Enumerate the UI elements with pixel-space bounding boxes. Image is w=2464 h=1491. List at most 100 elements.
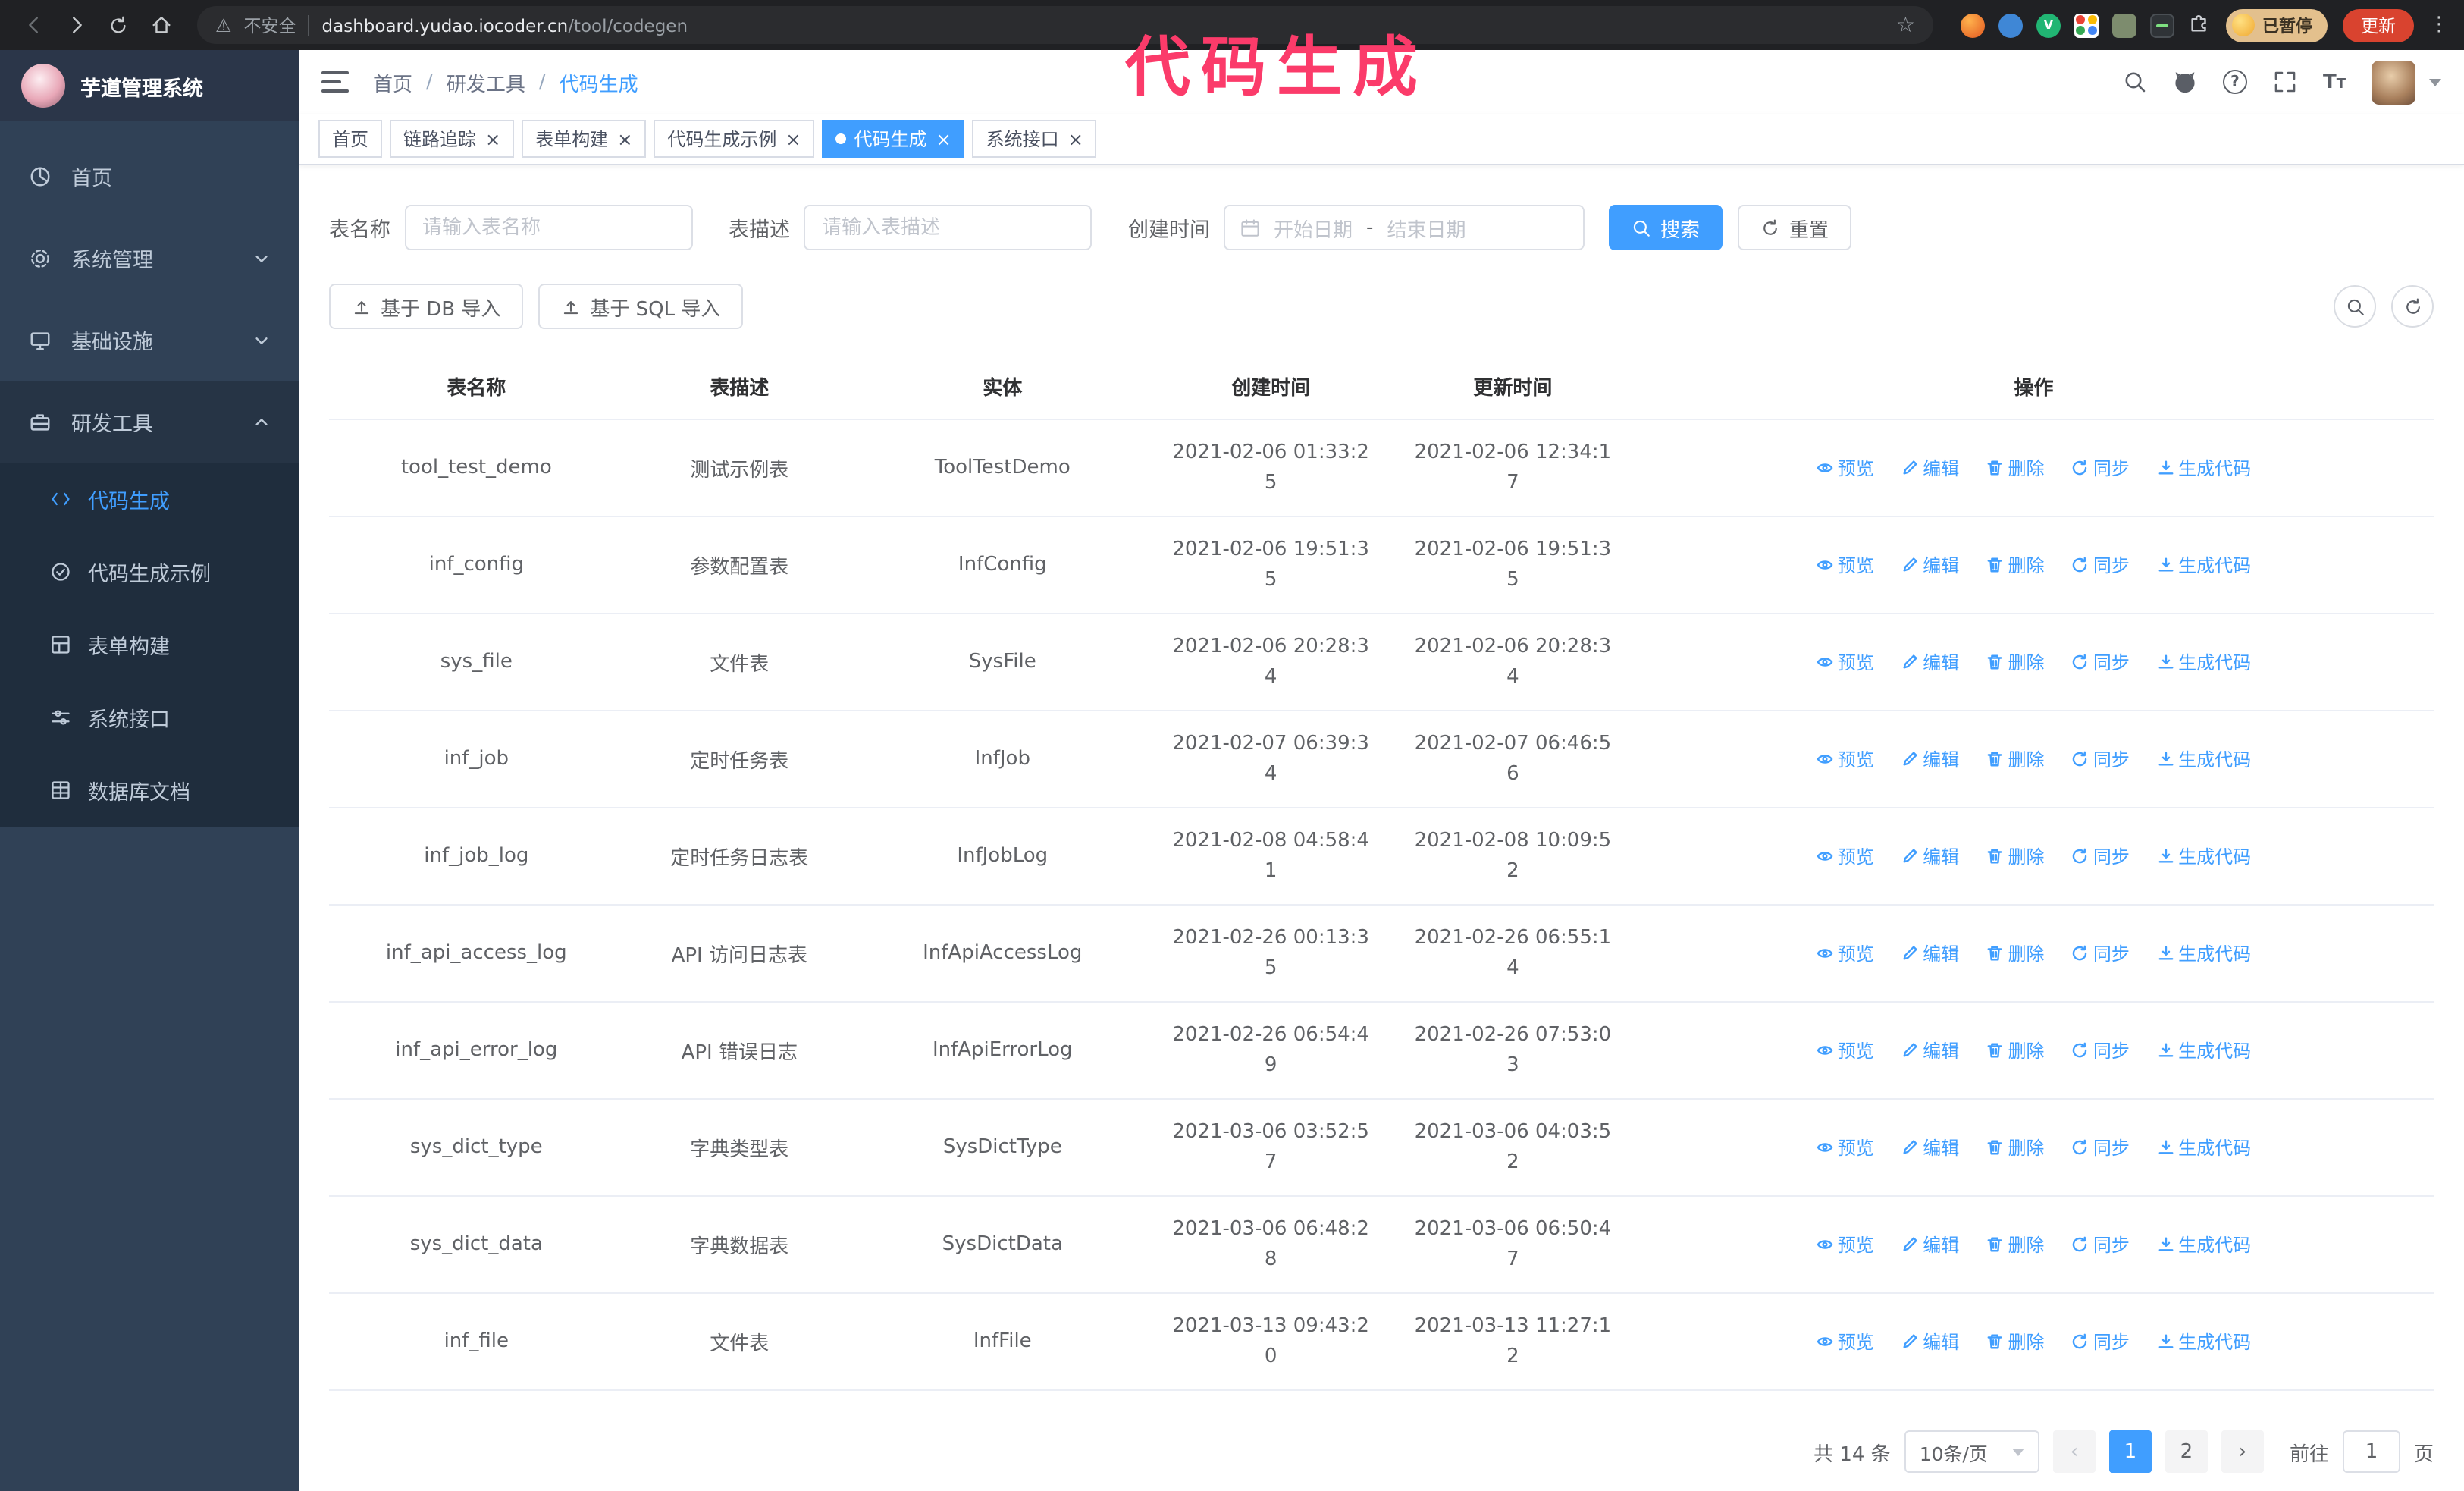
sync-link[interactable]: 同步 [2072,1328,2130,1354]
extensions-puzzle-icon[interactable] [2188,11,2211,39]
preview-link[interactable]: 预览 [1817,1037,1874,1063]
edit-link[interactable]: 编辑 [1901,648,1959,674]
generate-code-link[interactable]: 生成代码 [2157,1328,2251,1354]
delete-link[interactable]: 删除 [1987,746,2045,771]
next-page-button[interactable]: › [2221,1430,2264,1473]
breadcrumb-home[interactable]: 首页 [373,67,412,96]
delete-link[interactable]: 删除 [1987,648,2045,674]
delete-link[interactable]: 删除 [1987,1328,2045,1354]
forward-icon[interactable] [58,7,94,43]
preview-link[interactable]: 预览 [1817,648,1874,674]
search-button[interactable]: 搜索 [1609,205,1723,250]
table-name-input[interactable] [404,205,692,250]
generate-code-link[interactable]: 生成代码 [2157,454,2251,480]
edit-link[interactable]: 编辑 [1901,551,1959,577]
tab-home[interactable]: 首页 [318,120,383,158]
delete-link[interactable]: 删除 [1987,1037,2045,1063]
generate-code-link[interactable]: 生成代码 [2157,1134,2251,1160]
edit-link[interactable]: 编辑 [1901,940,1959,965]
preview-link[interactable]: 预览 [1817,940,1874,965]
close-tab-icon[interactable]: × [785,130,801,148]
delete-link[interactable]: 删除 [1987,454,2045,480]
toggle-search-button[interactable] [2334,285,2376,328]
avatar-caret-icon[interactable] [2429,78,2441,86]
generate-code-link[interactable]: 生成代码 [2157,648,2251,674]
tab-codegen[interactable]: 代码生成 × [822,120,965,158]
sync-link[interactable]: 同步 [2072,1134,2130,1160]
chrome-update-button[interactable]: 更新 [2343,8,2414,42]
sidebar-item-system[interactable]: 系统管理 [0,217,299,299]
sync-link[interactable]: 同步 [2072,746,2130,771]
fullscreen-icon[interactable] [2273,70,2297,94]
sync-link[interactable]: 同步 [2072,1231,2130,1257]
generate-code-link[interactable]: 生成代码 [2157,1231,2251,1257]
edit-link[interactable]: 编辑 [1901,1134,1959,1160]
sidebar-item-db-doc[interactable]: 数据库文档 [0,754,299,827]
address-bar[interactable]: ⚠ 不安全 dashboard.yudao.iocoder.cn/tool/co… [197,6,1933,44]
sync-link[interactable]: 同步 [2072,843,2130,868]
tab-codegen-example[interactable]: 代码生成示例 × [654,120,815,158]
edit-link[interactable]: 编辑 [1901,1037,1959,1063]
close-tab-icon[interactable]: × [1068,130,1083,148]
extension-icon-people[interactable] [2074,13,2099,37]
goto-page-input[interactable] [2342,1430,2400,1473]
home-icon[interactable] [143,7,179,43]
tab-trace[interactable]: 链路追踪 × [390,120,515,158]
generate-code-link[interactable]: 生成代码 [2157,746,2251,771]
import-sql-button[interactable]: 基于 SQL 导入 [538,284,744,329]
sidebar-item-devtools[interactable]: 研发工具 [0,381,299,463]
font-size-icon[interactable]: TT [2323,72,2346,92]
sidebar-item-form-builder[interactable]: 表单构建 [0,608,299,681]
tab-form-builder[interactable]: 表单构建 × [522,120,647,158]
delete-link[interactable]: 删除 [1987,843,2045,868]
page-button-2[interactable]: 2 [2165,1430,2208,1473]
extension-icon-dark[interactable] [2150,13,2174,37]
reset-button[interactable]: 重置 [1738,205,1852,250]
extension-icon-blue[interactable] [1998,13,2023,37]
help-icon[interactable]: ? [2222,70,2247,94]
table-desc-input[interactable] [804,205,1092,250]
generate-code-link[interactable]: 生成代码 [2157,1037,2251,1063]
sync-link[interactable]: 同步 [2072,551,2130,577]
avatar[interactable] [2372,60,2415,104]
close-tab-icon[interactable]: × [936,130,951,148]
sidebar-item-home[interactable]: 首页 [0,135,299,217]
back-icon[interactable] [15,7,52,43]
chrome-menu-icon[interactable]: ⋮ [2429,14,2449,36]
sidebar-item-codegen[interactable]: 代码生成 [0,463,299,535]
close-tab-icon[interactable]: × [485,130,500,148]
delete-link[interactable]: 删除 [1987,551,2045,577]
sidebar-item-codegen-example[interactable]: 代码生成示例 [0,535,299,608]
sync-link[interactable]: 同步 [2072,940,2130,965]
profile-paused-chip[interactable]: 已暂停 [2226,8,2328,42]
edit-link[interactable]: 编辑 [1901,746,1959,771]
preview-link[interactable]: 预览 [1817,746,1874,771]
edit-link[interactable]: 编辑 [1901,1328,1959,1354]
sidebar-item-system-api[interactable]: 系统接口 [0,681,299,754]
reload-icon[interactable] [100,7,136,43]
sync-link[interactable]: 同步 [2072,648,2130,674]
hamburger-icon[interactable] [321,71,349,93]
bookmark-star-icon[interactable]: ☆ [1896,13,1915,37]
preview-link[interactable]: 预览 [1817,1231,1874,1257]
extension-icon-orange[interactable] [1961,13,1985,37]
refresh-table-button[interactable] [2391,285,2434,328]
delete-link[interactable]: 删除 [1987,940,2045,965]
preview-link[interactable]: 预览 [1817,1328,1874,1354]
tab-system-api[interactable]: 系统接口 × [972,120,1097,158]
sync-link[interactable]: 同步 [2072,454,2130,480]
breadcrumb-devtools[interactable]: 研发工具 [447,67,525,96]
page-button-1[interactable]: 1 [2108,1430,2152,1473]
extension-icon-olive[interactable] [2112,13,2136,37]
search-icon[interactable] [2123,70,2147,94]
preview-link[interactable]: 预览 [1817,551,1874,577]
edit-link[interactable]: 编辑 [1901,454,1959,480]
sidebar-item-infra[interactable]: 基础设施 [0,299,299,381]
preview-link[interactable]: 预览 [1817,1134,1874,1160]
prev-page-button[interactable]: ‹ [2052,1430,2096,1473]
date-range-picker[interactable]: 开始日期 - 结束日期 [1224,205,1585,250]
preview-link[interactable]: 预览 [1817,454,1874,480]
generate-code-link[interactable]: 生成代码 [2157,843,2251,868]
generate-code-link[interactable]: 生成代码 [2157,940,2251,965]
preview-link[interactable]: 预览 [1817,843,1874,868]
